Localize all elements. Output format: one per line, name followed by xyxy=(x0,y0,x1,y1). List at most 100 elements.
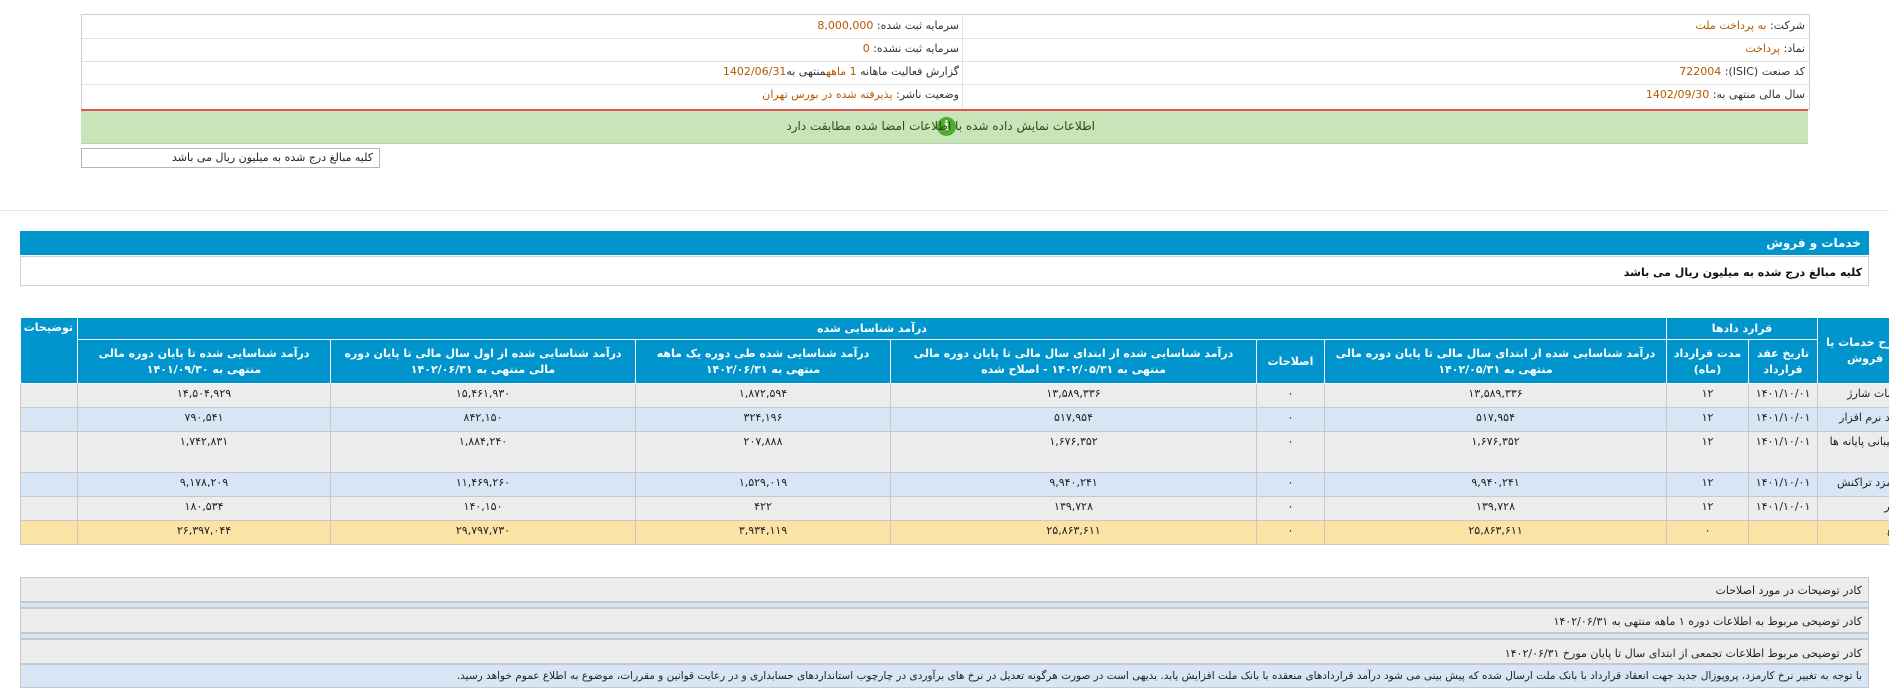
services-sales-table: شرح خدمات یا فروش قرارد دادها درآمد شناس… xyxy=(20,317,1889,545)
units-note-box: کلیه مبالغ درج شده به میلیون ریال می باش… xyxy=(81,148,380,168)
total-duration: ۰ xyxy=(1666,520,1750,545)
total-contract-date xyxy=(1748,520,1819,545)
header-revenue-one-month: درآمد شناسایی شده طی دوره یک ماهه منتهی … xyxy=(635,339,892,384)
symbol-value: پرداخت xyxy=(1745,42,1781,55)
row-notes xyxy=(20,431,78,473)
table-total-row: جمع ۰ ۲۵,۸۶۳,۶۱۱ ۰ ۲۵,۸۶۳,۶۱۱ ۳,۹۳۴,۱۱۹ … xyxy=(20,520,1889,545)
company-info-panel: شرکت: به پرداخت ملت سرمایه ثبت شده: 8,00… xyxy=(81,14,1810,110)
row-duration: ۱۲ xyxy=(1666,383,1750,408)
section-subtitle-box: کلیه مبالغ درج شده به میلیون ریال می باش… xyxy=(20,256,1869,286)
section-separator xyxy=(0,210,1889,211)
one-month-notes-title: کادر توضیحی مربوط به اطلاعات دوره ۱ ماهه… xyxy=(1553,615,1862,628)
cumulative-notes-box: کادر توضیحی مربوط اطلاعات تجمعی از ابتدا… xyxy=(20,639,1869,664)
header-corrections: اصلاحات xyxy=(1256,339,1326,384)
publisher-status-value: پذیرفته شده در بورس تهران xyxy=(762,88,893,101)
section-header: خدمات و فروش xyxy=(20,231,1869,255)
row-notes xyxy=(20,496,78,521)
row-corrections: ۰ xyxy=(1256,496,1326,521)
header-revenue-prev-period: درآمد شناسایی شده تا پایان دوره مالی منت… xyxy=(76,339,332,384)
row-rev-corrected: ۱,۶۷۶,۳۵۲ xyxy=(890,431,1258,473)
report-suffix: منتهی به xyxy=(786,65,827,78)
table-row: پشتیبانی پایانه ها ۱۴۰۱/۱۰/۰۱ ۱۲ ۱,۶۷۶,۳… xyxy=(20,431,1889,473)
table-row: خدمات شارژ ۱۴۰۱/۱۰/۰۱ ۱۲ ۱۳,۵۸۹,۳۳۶ ۰ ۱۳… xyxy=(20,383,1889,408)
total-rev-fy-start: ۲۵,۸۶۳,۶۱۱ xyxy=(1324,520,1668,545)
header-contract-date: تاریخ عقد قرارداد xyxy=(1748,339,1819,384)
info-row-fiscal: سال مالی منتهی به: 1402/09/30 وضعیت ناشر… xyxy=(82,84,1809,107)
table-row: تولید نرم افزار ۱۴۰۱/۱۰/۰۱ ۱۲ ۵۱۷,۹۵۴ ۰ … xyxy=(20,407,1889,432)
row-rev-fy-to-period: ۱۱,۴۶۹,۲۶۰ xyxy=(330,472,637,497)
row-corrections: ۰ xyxy=(1256,407,1326,432)
table-row: کارمزد تراکنش ۱۴۰۱/۱۰/۰۱ ۱۲ ۹,۹۴۰,۲۴۱ ۰ … xyxy=(20,472,1889,497)
row-name: تولید نرم افزار xyxy=(1817,407,1889,432)
header-contract-duration: مدت قرارداد (ماه) xyxy=(1666,339,1750,384)
report-field: گزارش فعالیت ماهانه 1 ماههمنتهی به1402/0… xyxy=(723,65,959,78)
row-corrections: ۰ xyxy=(1256,472,1326,497)
row-rev-prev-period: ۹,۱۷۸,۲۰۹ xyxy=(76,472,332,497)
total-rev-fy-to-period: ۲۹,۷۹۷,۷۳۰ xyxy=(330,520,637,545)
unregistered-capital-label: سرمایه ثبت نشده: xyxy=(873,42,959,55)
row-contract-date: ۱۴۰۱/۱۰/۰۱ xyxy=(1748,431,1819,473)
section-subtitle: کلیه مبالغ درج شده به میلیون ریال می باش… xyxy=(1623,266,1862,279)
total-rev-one-month: ۳,۹۳۴,۱۱۹ xyxy=(635,520,892,545)
header-description: شرح خدمات یا فروش xyxy=(1817,317,1889,384)
isic-value: 722004 xyxy=(1679,65,1722,78)
info-row-symbol: نماد: پرداخت سرمایه ثبت نشده: 0 xyxy=(82,38,1809,62)
cumulative-notes-body: با توجه به تغییر نرخ کارمزد، پروپوزال جد… xyxy=(20,664,1869,688)
signature-match-notice: i اطلاعات نمایش داده شده با اطلاعات امضا… xyxy=(81,109,1808,144)
registered-capital-value: 8,000,000 xyxy=(817,19,874,32)
unregistered-capital-value: 0 xyxy=(862,42,870,55)
row-contract-date: ۱۴۰۱/۱۰/۰۱ xyxy=(1748,383,1819,408)
row-duration: ۱۲ xyxy=(1666,407,1750,432)
info-row-isic: کد صنعت (ISIC): 722004 گزارش فعالیت ماها… xyxy=(82,61,1809,85)
fiscal-year-label: سال مالی منتهی به: xyxy=(1712,88,1805,101)
total-rev-prev-period: ۲۶,۳۹۷,۰۴۴ xyxy=(76,520,332,545)
row-contract-date: ۱۴۰۱/۱۰/۰۱ xyxy=(1748,496,1819,521)
publisher-status-label: وضعیت ناشر: xyxy=(896,88,959,101)
row-rev-fy-start: ۵۱۷,۹۵۴ xyxy=(1324,407,1668,432)
publisher-status-field: وضعیت ناشر: پذیرفته شده در بورس تهران xyxy=(762,88,959,101)
registered-capital-field: سرمایه ثبت شده: 8,000,000 xyxy=(817,19,959,32)
row-rev-fy-start: ۱۳,۵۸۹,۳۳۶ xyxy=(1324,383,1668,408)
isic-field: کد صنعت (ISIC): 722004 xyxy=(1679,65,1805,78)
company-field: شرکت: به پرداخت ملت xyxy=(1695,19,1805,32)
notice-text: اطلاعات نمایش داده شده با اطلاعات امضا ش… xyxy=(786,119,1095,133)
isic-label: کد صنعت (ISIC): xyxy=(1724,65,1805,78)
row-contract-date: ۱۴۰۱/۱۰/۰۱ xyxy=(1748,472,1819,497)
row-duration: ۱۲ xyxy=(1666,431,1750,473)
row-contract-date: ۱۴۰۱/۱۰/۰۱ xyxy=(1748,407,1819,432)
total-rev-corrected: ۲۵,۸۶۳,۶۱۱ xyxy=(890,520,1258,545)
symbol-field: نماد: پرداخت xyxy=(1745,42,1805,55)
row-notes xyxy=(20,472,78,497)
row-rev-prev-period: ۷۹۰,۵۴۱ xyxy=(76,407,332,432)
row-rev-one-month: ۱,۵۲۹,۰۱۹ xyxy=(635,472,892,497)
fiscal-year-value: 1402/09/30 xyxy=(1645,88,1710,101)
corrections-notes-box: کادر توضیحات در مورد اصلاحات xyxy=(20,577,1869,602)
one-month-notes-box: کادر توضیحی مربوط به اطلاعات دوره ۱ ماهه… xyxy=(20,608,1869,633)
row-rev-fy-to-period: ۱۴۰,۱۵۰ xyxy=(330,496,637,521)
row-rev-one-month: ۴۲۲ xyxy=(635,496,892,521)
row-rev-corrected: ۹,۹۴۰,۲۴۱ xyxy=(890,472,1258,497)
row-rev-corrected: ۱۳,۵۸۹,۳۳۶ xyxy=(890,383,1258,408)
report-label: گزارش فعالیت ماهانه xyxy=(860,65,959,78)
row-rev-corrected: ۵۱۷,۹۵۴ xyxy=(890,407,1258,432)
header-recognized-revenue: درآمد شناسایی شده xyxy=(76,317,1668,340)
fiscal-year-field: سال مالی منتهی به: 1402/09/30 xyxy=(1646,88,1805,101)
symbol-label: نماد: xyxy=(1783,42,1805,55)
cumulative-notes-title: کادر توضیحی مربوط اطلاعات تجمعی از ابتدا… xyxy=(1504,647,1862,660)
report-value: 1 ماهه xyxy=(826,65,857,78)
row-duration: ۱۲ xyxy=(1666,496,1750,521)
company-value: به پرداخت ملت xyxy=(1695,19,1767,32)
header-revenue-fy-to-period: درآمد شناسایی شده از اول سال مالی تا پای… xyxy=(330,339,637,384)
header-notes: توضیحات xyxy=(20,317,78,384)
corrections-notes-title: کادر توضیحات در مورد اصلاحات xyxy=(1715,584,1862,597)
company-label: شرکت: xyxy=(1769,19,1805,32)
total-corrections: ۰ xyxy=(1256,520,1326,545)
total-name: جمع xyxy=(1817,520,1889,545)
registered-capital-label: سرمایه ثبت شده: xyxy=(876,19,959,32)
header-revenue-fy-start: درآمد شناسایی شده از ابتدای سال مالی تا … xyxy=(1324,339,1668,384)
row-rev-prev-period: ۱۴,۵۰۴,۹۲۹ xyxy=(76,383,332,408)
info-row-company: شرکت: به پرداخت ملت سرمایه ثبت شده: 8,00… xyxy=(82,15,1809,39)
table-row: سایر ۱۴۰۱/۱۰/۰۱ ۱۲ ۱۳۹,۷۲۸ ۰ ۱۳۹,۷۲۸ ۴۲۲… xyxy=(20,496,1889,521)
row-rev-fy-start: ۱,۶۷۶,۳۵۲ xyxy=(1324,431,1668,473)
cumulative-notes-text: با توجه به تغییر نرخ کارمزد، پروپوزال جد… xyxy=(456,670,1862,682)
